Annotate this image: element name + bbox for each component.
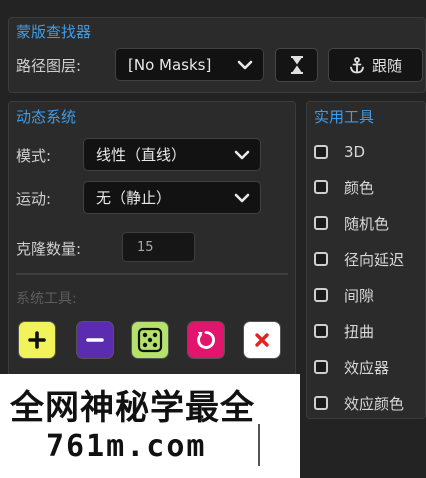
watermark-line1: 全网神秘学最全 bbox=[10, 388, 255, 428]
tool-checkbox-effector[interactable]: 效应器 bbox=[314, 355, 389, 379]
mask-finder-title: 蒙版查找器 bbox=[16, 23, 92, 41]
chevron-down-icon bbox=[234, 193, 250, 202]
chevron-down-icon bbox=[234, 150, 250, 159]
clone-count-value: 15 bbox=[137, 239, 154, 255]
divider bbox=[16, 273, 288, 275]
follow-button[interactable]: 跟随 bbox=[328, 48, 423, 82]
checkbox[interactable] bbox=[314, 252, 328, 266]
close-icon bbox=[255, 333, 269, 347]
mode-value: 线性（直线） bbox=[96, 146, 187, 164]
dice-icon bbox=[137, 327, 163, 353]
utility-tools-title: 实用工具 bbox=[314, 108, 375, 126]
mode-dropdown[interactable]: 线性（直线） bbox=[83, 138, 261, 171]
hourglass-icon bbox=[290, 56, 303, 74]
clone-count-label: 克隆数量: bbox=[16, 240, 82, 258]
add-button[interactable] bbox=[18, 321, 56, 359]
refresh-button[interactable] bbox=[187, 321, 225, 359]
chevron-down-icon bbox=[237, 60, 253, 69]
anchor-icon bbox=[350, 56, 364, 73]
tool-label: 间隙 bbox=[344, 286, 375, 305]
tool-label: 扭曲 bbox=[344, 322, 375, 341]
tool-label: 效应器 bbox=[344, 358, 390, 377]
tool-checkbox-random-color[interactable]: 随机色 bbox=[314, 211, 389, 235]
tool-checkbox-gap[interactable]: 间隙 bbox=[314, 283, 374, 307]
motion-value: 无（静止） bbox=[96, 189, 172, 207]
randomize-button[interactable] bbox=[131, 321, 169, 359]
follow-button-label: 跟随 bbox=[371, 56, 402, 75]
tool-label: 颜色 bbox=[344, 178, 375, 197]
checkbox[interactable] bbox=[314, 360, 328, 374]
checkbox[interactable] bbox=[314, 324, 328, 338]
motion-dropdown[interactable]: 无（静止） bbox=[83, 181, 261, 214]
clone-count-input[interactable]: 15 bbox=[122, 232, 195, 262]
motion-label: 运动: bbox=[16, 190, 52, 208]
dynamics-title: 动态系统 bbox=[16, 108, 77, 126]
checkbox[interactable] bbox=[314, 145, 328, 159]
checkbox[interactable] bbox=[314, 180, 328, 194]
path-layer-value: [No Masks] bbox=[128, 55, 212, 74]
watermark-line2: 761m.com bbox=[46, 429, 207, 464]
minus-icon bbox=[86, 338, 104, 342]
plus-icon bbox=[28, 331, 46, 349]
path-layer-label: 路径图层: bbox=[16, 57, 82, 75]
path-layer-dropdown[interactable]: [No Masks] bbox=[115, 48, 264, 81]
tool-label: 随机色 bbox=[344, 214, 390, 233]
tool-checkbox-twist[interactable]: 扭曲 bbox=[314, 319, 374, 343]
tool-checkbox-radial-delay[interactable]: 径向延迟 bbox=[314, 247, 404, 271]
refresh-icon bbox=[197, 331, 215, 349]
checkbox[interactable] bbox=[314, 396, 328, 410]
remove-button[interactable] bbox=[76, 321, 114, 359]
watermark-divider bbox=[258, 424, 260, 466]
delete-button[interactable] bbox=[243, 321, 281, 359]
tool-checkbox-effector-color[interactable]: 效应颜色 bbox=[314, 391, 404, 415]
system-tools-label: 系统工具: bbox=[16, 291, 77, 307]
checkbox[interactable] bbox=[314, 216, 328, 230]
tool-checkbox-color[interactable]: 颜色 bbox=[314, 175, 374, 199]
mode-label: 模式: bbox=[16, 147, 52, 165]
timer-button[interactable] bbox=[275, 48, 318, 82]
checkbox[interactable] bbox=[314, 288, 328, 302]
tool-label: 3D bbox=[344, 143, 366, 161]
tool-label: 径向延迟 bbox=[344, 250, 405, 269]
tool-checkbox-3d[interactable]: 3D bbox=[314, 140, 365, 164]
tool-label: 效应颜色 bbox=[344, 394, 405, 413]
watermark-banner: 全网神秘学最全 761m.com bbox=[0, 374, 300, 478]
